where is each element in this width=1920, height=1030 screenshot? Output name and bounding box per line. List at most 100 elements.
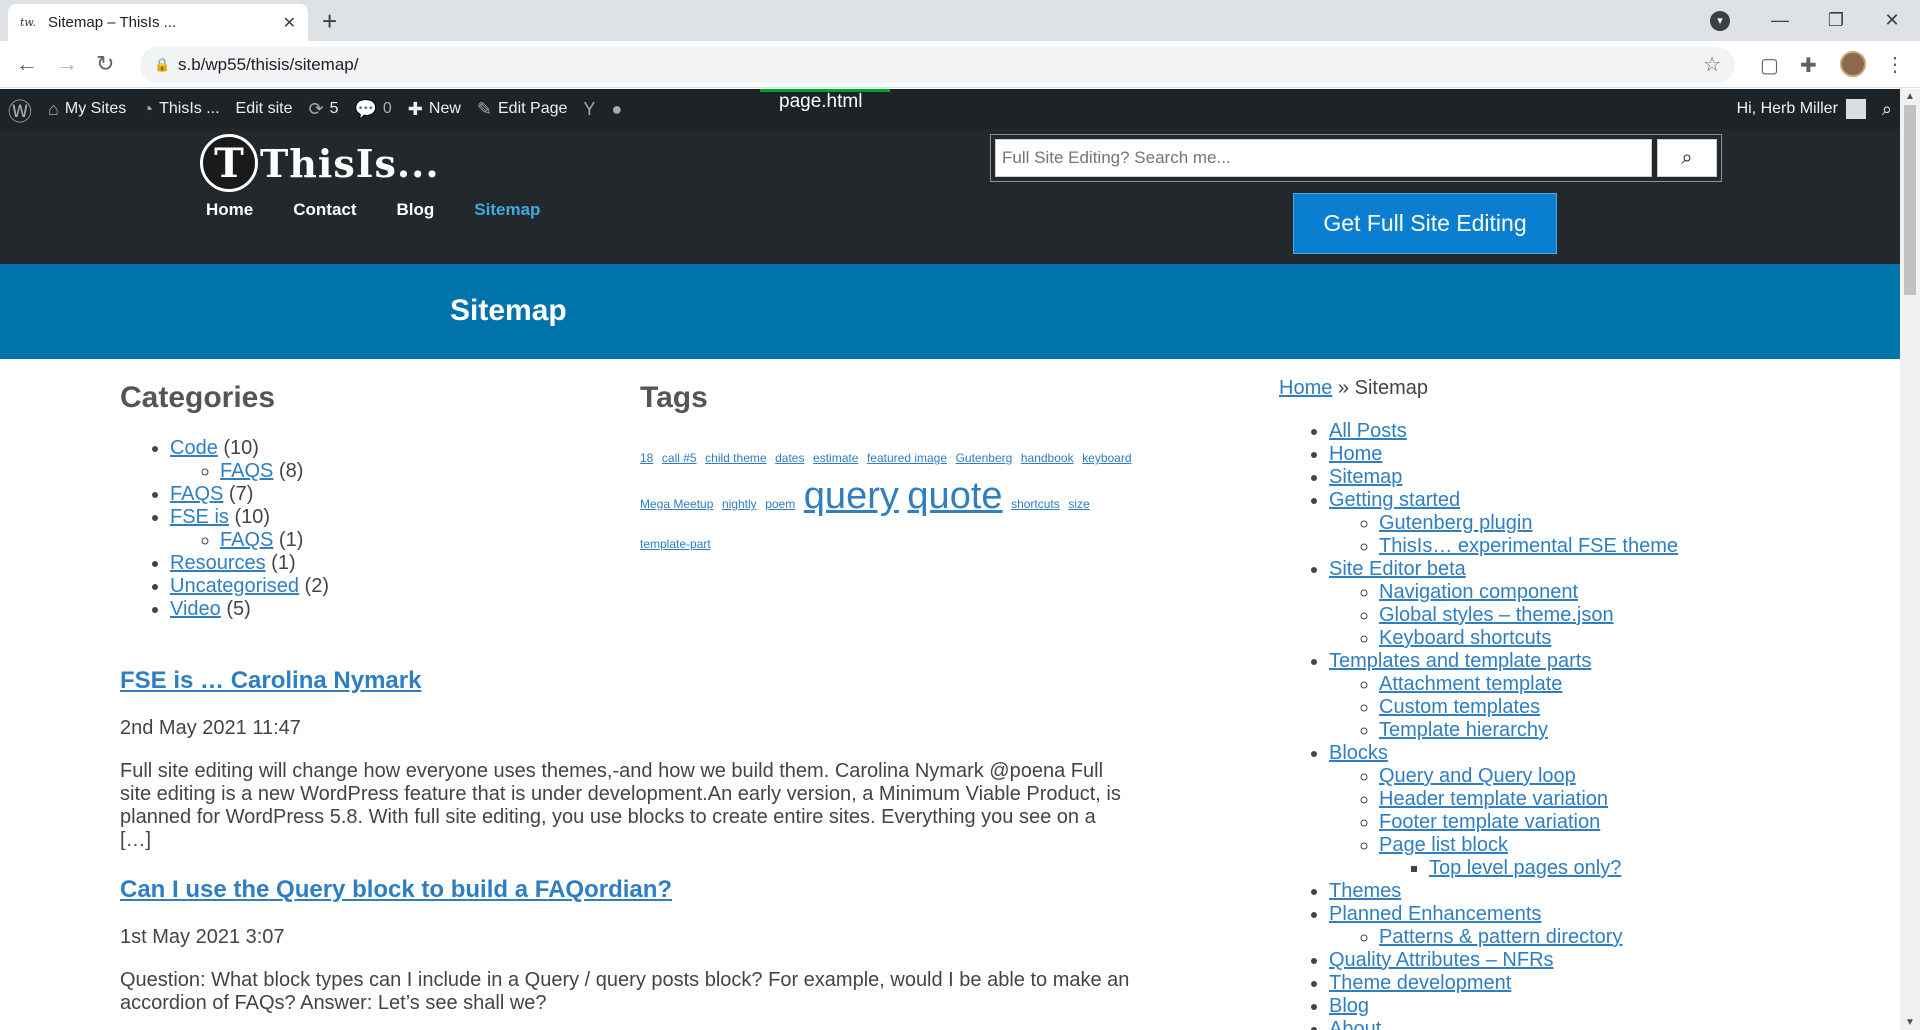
profile-avatar[interactable] bbox=[1840, 51, 1866, 77]
minimize-icon[interactable]: — bbox=[1752, 10, 1808, 31]
category-link[interactable]: Uncategorised bbox=[170, 575, 299, 597]
forward-icon[interactable]: → bbox=[56, 51, 78, 77]
subcategory-link[interactable]: FAQS bbox=[220, 529, 273, 551]
extension-icon[interactable]: ▢ bbox=[1760, 53, 1779, 78]
tag-link[interactable]: featured image bbox=[867, 451, 947, 465]
tag-link[interactable]: dates bbox=[775, 451, 804, 465]
nav-blog[interactable]: Blog bbox=[397, 200, 435, 220]
page-link[interactable]: Gutenberg plugin bbox=[1379, 512, 1532, 534]
nav-home[interactable]: Home bbox=[206, 200, 253, 220]
post-title-link[interactable]: Can I use the Query block to build a FAQ… bbox=[120, 876, 1130, 904]
page-link[interactable]: Site Editor beta bbox=[1329, 558, 1466, 580]
page-link[interactable]: Sitemap bbox=[1329, 466, 1402, 488]
my-account-menu[interactable]: Hi, Herb Miller bbox=[1729, 89, 1874, 129]
page-link[interactable]: Getting started bbox=[1329, 489, 1460, 511]
scroll-up-icon[interactable]: ▲ bbox=[1905, 91, 1915, 102]
subcategory-link[interactable]: FAQS bbox=[220, 460, 273, 482]
page-list-subitem: Patterns & pattern directory bbox=[1379, 926, 1879, 949]
page-link[interactable]: Templates and template parts bbox=[1329, 650, 1591, 672]
close-tab-icon[interactable]: ✕ bbox=[283, 13, 296, 33]
category-link[interactable]: Video bbox=[170, 598, 221, 620]
admin-search-icon[interactable]: ⌕ bbox=[1874, 89, 1900, 129]
page-link[interactable]: Blog bbox=[1329, 995, 1369, 1017]
comments-link[interactable]: 💬 0 bbox=[346, 89, 399, 129]
category-link[interactable]: FAQS bbox=[170, 483, 223, 505]
lock-icon[interactable]: 🔒 bbox=[154, 47, 170, 83]
page-link[interactable]: About bbox=[1329, 1018, 1381, 1030]
page-link[interactable]: All Posts bbox=[1329, 420, 1407, 442]
page-link[interactable]: Header template variation bbox=[1379, 788, 1608, 810]
edit-site-link[interactable]: Edit site bbox=[228, 89, 301, 129]
post-date: 2nd May 2021 11:47 bbox=[120, 717, 301, 739]
page-link[interactable]: Top level pages only? bbox=[1429, 857, 1621, 879]
tag-link[interactable]: nightly bbox=[722, 497, 757, 511]
page-link[interactable]: Quality Attributes – NFRs bbox=[1329, 949, 1554, 971]
page-link[interactable]: Keyboard shortcuts bbox=[1379, 627, 1551, 649]
tag-link[interactable]: query bbox=[804, 475, 899, 517]
tag-link[interactable]: Mega Meetup bbox=[640, 497, 713, 511]
new-tab-icon[interactable]: + bbox=[322, 6, 337, 37]
close-window-icon[interactable]: ✕ bbox=[1864, 10, 1920, 31]
page-link[interactable]: Home bbox=[1329, 443, 1382, 465]
scrollbar-thumb[interactable] bbox=[1904, 105, 1916, 295]
category-link[interactable]: FSE is bbox=[170, 506, 229, 528]
browser-menu-icon[interactable]: ⋮ bbox=[1885, 52, 1905, 77]
address-bar[interactable]: 🔒 s.b/wp55/thisis/sitemap/ ☆ bbox=[140, 47, 1735, 83]
my-sites-menu[interactable]: ⌂ My Sites bbox=[40, 89, 134, 129]
tag-link[interactable]: quote bbox=[907, 475, 1002, 517]
search-button[interactable]: ⌕ bbox=[1657, 139, 1717, 177]
tag-link[interactable]: estimate bbox=[813, 451, 858, 465]
updates-link[interactable]: ⟳ 5 bbox=[300, 89, 346, 129]
tag-link[interactable]: template-part bbox=[640, 537, 711, 551]
page-link[interactable]: Patterns & pattern directory bbox=[1379, 926, 1622, 948]
page-link[interactable]: Attachment template bbox=[1379, 673, 1562, 695]
page-link[interactable]: Page list block bbox=[1379, 834, 1508, 856]
page-link[interactable]: Template hierarchy bbox=[1379, 719, 1548, 741]
back-icon[interactable]: ← bbox=[16, 51, 38, 77]
page-link[interactable]: ThisIs… experimental FSE theme bbox=[1379, 535, 1678, 557]
tab-search-icon[interactable]: ▾ bbox=[1710, 11, 1730, 31]
nav-sitemap[interactable]: Sitemap bbox=[474, 200, 540, 220]
page-link[interactable]: Footer template variation bbox=[1379, 811, 1600, 833]
page-link[interactable]: Planned Enhancements bbox=[1329, 903, 1541, 925]
seo-status-icon[interactable]: ● bbox=[603, 89, 630, 129]
restore-icon[interactable]: ❐ bbox=[1808, 10, 1864, 31]
tag-link[interactable]: 18 bbox=[640, 451, 653, 465]
edit-page-link[interactable]: ✎ Edit Page bbox=[469, 89, 575, 129]
page-link[interactable]: Custom templates bbox=[1379, 696, 1540, 718]
tag-link[interactable]: poem bbox=[765, 497, 795, 511]
search-input[interactable]: Full Site Editing? Search me... bbox=[995, 139, 1652, 177]
extensions-puzzle-icon[interactable]: ✚ bbox=[1800, 53, 1817, 78]
page-link[interactable]: Global styles – theme.json bbox=[1379, 604, 1614, 626]
category-link[interactable]: Resources bbox=[170, 552, 266, 574]
tag-link[interactable]: handbook bbox=[1021, 451, 1074, 465]
tag-link[interactable]: shortcuts bbox=[1011, 497, 1060, 511]
post-title-link[interactable]: FSE is … Carolina Nymark bbox=[120, 667, 1130, 695]
new-content-menu[interactable]: ✚ New bbox=[400, 89, 469, 129]
page-link[interactable]: Theme development bbox=[1329, 972, 1511, 994]
reload-icon[interactable]: ↻ bbox=[96, 51, 114, 77]
page-link[interactable]: Navigation component bbox=[1379, 581, 1578, 603]
tag-link[interactable]: keyboard bbox=[1082, 451, 1131, 465]
get-fse-button[interactable]: Get Full Site Editing bbox=[1293, 193, 1557, 254]
tag-link[interactable]: Gutenberg bbox=[956, 451, 1013, 465]
page-list-subitem: Page list blockTop level pages only? bbox=[1379, 834, 1879, 880]
wordpress-logo-icon[interactable]: Ⓦ bbox=[0, 89, 40, 129]
nav-contact[interactable]: Contact bbox=[293, 200, 356, 220]
scroll-down-icon[interactable]: ▼ bbox=[1905, 1017, 1915, 1028]
page-link[interactable]: Blocks bbox=[1329, 742, 1388, 764]
tag-link[interactable]: call #5 bbox=[662, 451, 697, 465]
browser-tab[interactable]: tw. Sitemap – ThisIs ... ✕ bbox=[8, 4, 308, 41]
site-logo[interactable]: T ThisIs... bbox=[200, 134, 440, 192]
tag-link[interactable]: child theme bbox=[705, 451, 766, 465]
page-link[interactable]: Themes bbox=[1329, 880, 1401, 902]
page-list-subitem: Gutenberg plugin bbox=[1379, 512, 1879, 535]
page-link[interactable]: Query and Query loop bbox=[1379, 765, 1576, 787]
yoast-icon[interactable]: Y bbox=[575, 89, 603, 129]
site-name-menu[interactable]: ◔ ThisIs ... bbox=[134, 89, 227, 129]
tag-link[interactable]: size bbox=[1068, 497, 1089, 511]
page-scrollbar[interactable]: ▲ ▼ bbox=[1900, 89, 1920, 1030]
breadcrumb-home[interactable]: Home bbox=[1279, 377, 1332, 399]
bookmark-star-icon[interactable]: ☆ bbox=[1703, 47, 1721, 83]
category-link[interactable]: Code bbox=[170, 437, 218, 459]
